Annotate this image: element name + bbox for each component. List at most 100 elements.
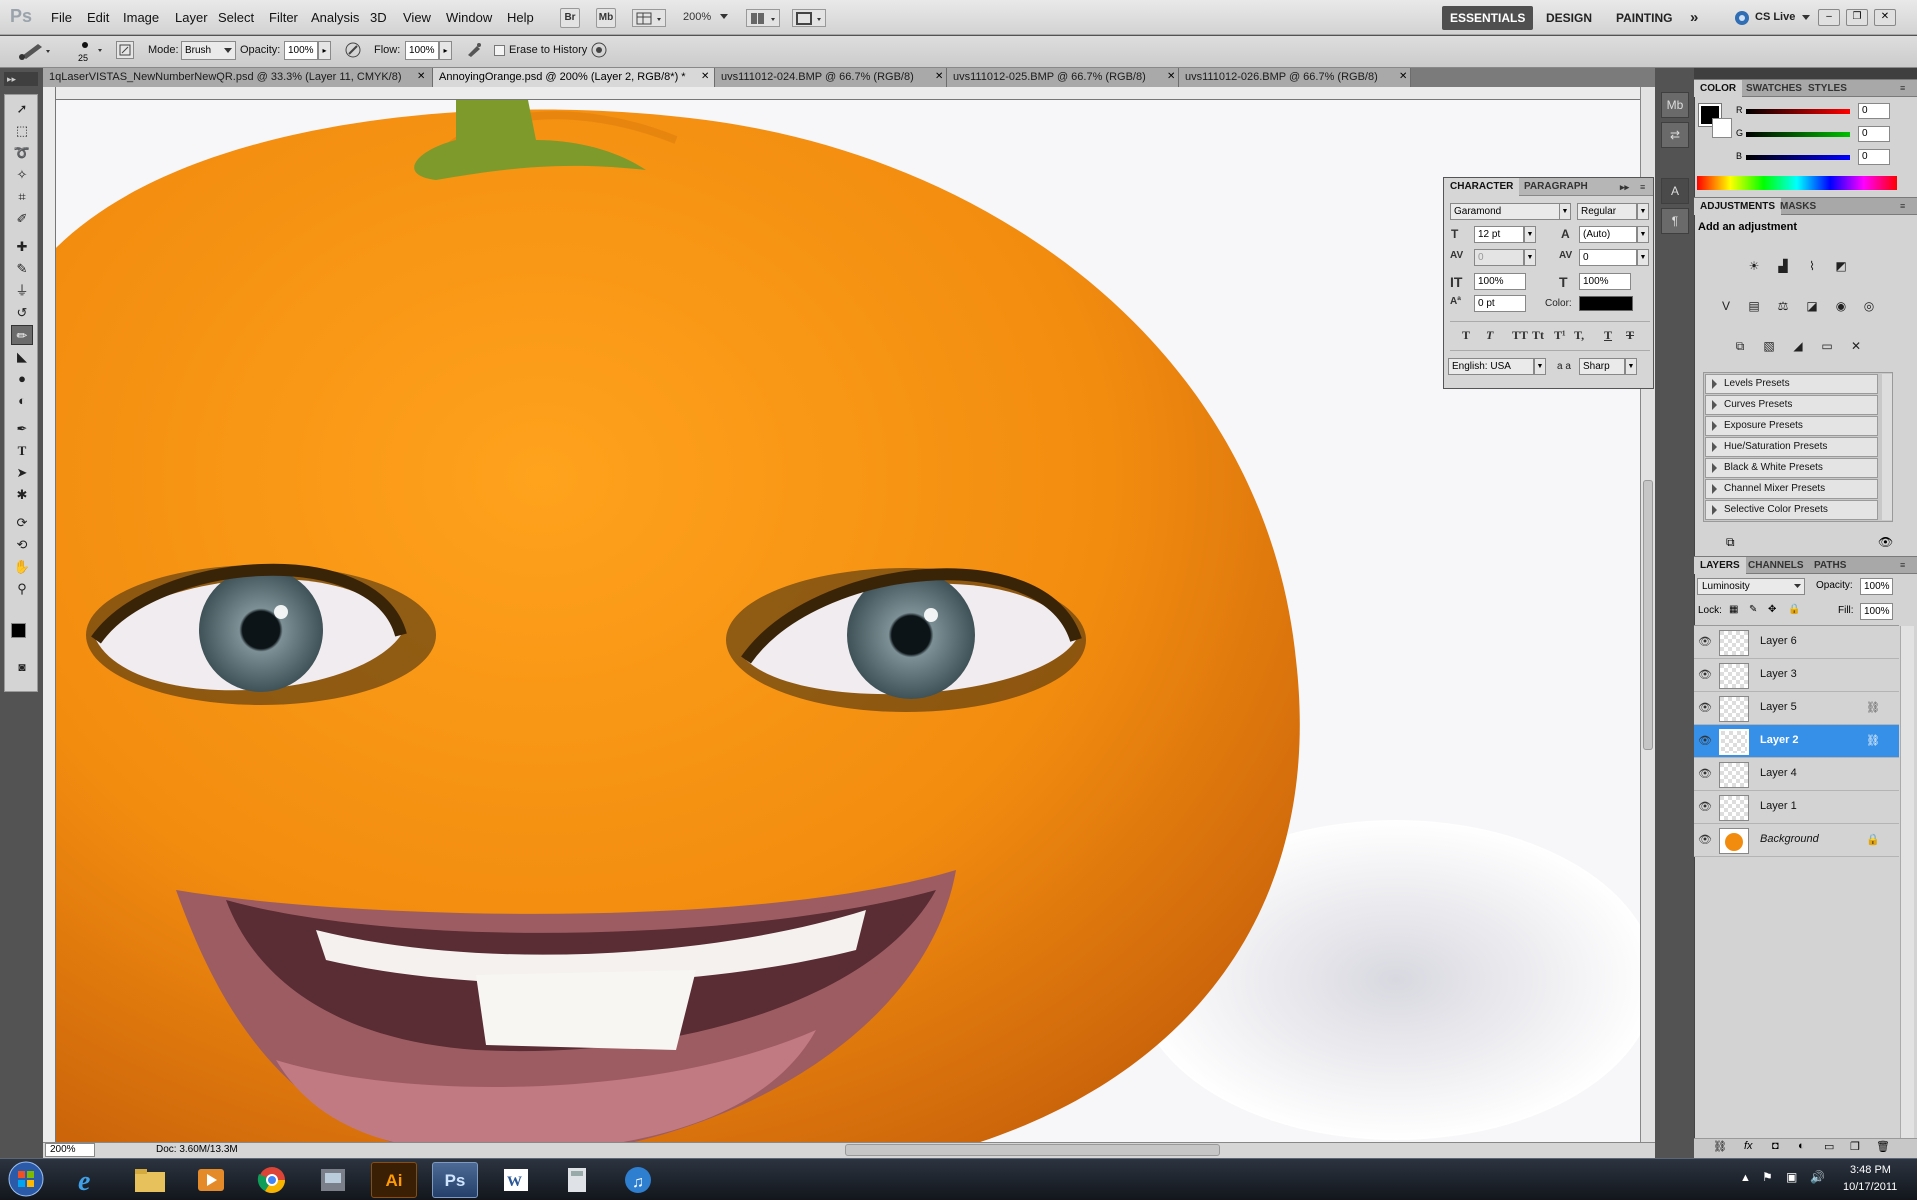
explorer-folder-icon[interactable] xyxy=(127,1162,173,1198)
shape-tool-icon[interactable]: ✱ xyxy=(11,485,33,505)
panel-menu-icon[interactable]: ≡ xyxy=(1894,80,1911,97)
preset-item[interactable]: Channel Mixer Presets xyxy=(1705,479,1878,499)
faux-italic-button[interactable]: T xyxy=(1486,328,1493,343)
layer-row[interactable]: 👁 Background 🔒 xyxy=(1694,824,1899,857)
internet-explorer-icon[interactable]: e xyxy=(66,1162,112,1198)
subscript-button[interactable]: T, xyxy=(1574,328,1584,343)
preset-item[interactable]: Black & White Presets xyxy=(1705,458,1878,478)
menu-3d[interactable]: 3D xyxy=(370,10,387,25)
chevron-down-icon[interactable]: ▼ xyxy=(1637,226,1649,243)
move-tool-icon[interactable]: ➚ xyxy=(11,99,33,119)
new-group-icon[interactable]: ▭ xyxy=(1824,1140,1834,1153)
tab-document-4[interactable]: uvs111012-025.BMP @ 66.7% (RGB/8) xyxy=(947,68,1179,87)
brightness-contrast-icon[interactable]: ☀ xyxy=(1743,254,1765,276)
vibrance-icon[interactable]: V xyxy=(1715,294,1737,316)
presets-scrollbar[interactable] xyxy=(1882,374,1892,520)
hue-saturation-icon[interactable]: ▤ xyxy=(1743,294,1765,316)
lock-position-icon[interactable]: ✥ xyxy=(1768,604,1776,615)
marquee-tool-icon[interactable]: ⬚ xyxy=(11,121,33,141)
quick-select-tool-icon[interactable]: ✧ xyxy=(11,165,33,185)
chevron-down-icon[interactable]: ▼ xyxy=(1534,358,1546,375)
paragraph-panel-icon[interactable]: ¶ xyxy=(1661,208,1689,234)
document-canvas[interactable] xyxy=(56,100,1640,1142)
media-player-icon[interactable] xyxy=(188,1162,234,1198)
delete-layer-icon[interactable]: 🗑 xyxy=(1876,1140,1890,1153)
chevron-down-icon[interactable]: ▼ xyxy=(1524,249,1536,266)
selective-color-icon[interactable]: ✕ xyxy=(1845,334,1867,356)
menu-image[interactable]: Image xyxy=(123,10,159,25)
tab-masks[interactable]: MASKS xyxy=(1774,198,1822,215)
3d-orbit-tool-icon[interactable]: ⟲ xyxy=(11,535,33,555)
close-tab-icon[interactable]: ✕ xyxy=(417,71,425,82)
layer-style-icon[interactable]: fx xyxy=(1744,1140,1753,1152)
panel-collapse-icon[interactable]: ▸▸ xyxy=(1614,178,1635,196)
tab-paragraph[interactable]: PARAGRAPH xyxy=(1518,178,1594,196)
tab-layers[interactable]: LAYERS xyxy=(1694,557,1746,574)
erase-history-checkbox[interactable] xyxy=(494,45,505,56)
path-select-tool-icon[interactable]: ➤ xyxy=(11,463,33,483)
tab-channels[interactable]: CHANNELS xyxy=(1742,557,1810,574)
chevron-down-icon[interactable]: ▼ xyxy=(1625,358,1637,375)
visibility-eye-icon[interactable]: 👁 xyxy=(1698,767,1712,781)
action-center-flag-icon[interactable]: ⚑ xyxy=(1762,1170,1773,1184)
clock-time[interactable]: 3:48 PM xyxy=(1850,1164,1891,1176)
brush-tool-alt-icon[interactable]: ✎ xyxy=(11,259,33,279)
fill-input[interactable]: 100% xyxy=(1860,603,1893,620)
flow-input[interactable]: 100% xyxy=(405,41,439,60)
tray-expand-icon[interactable]: ▲ xyxy=(1740,1172,1751,1184)
mini-bridge-button[interactable]: Mb xyxy=(596,8,616,28)
layer-row[interactable]: 👁 Layer 6 xyxy=(1694,626,1899,659)
strikethrough-button[interactable]: T xyxy=(1626,328,1634,343)
text-color-swatch[interactable] xyxy=(1579,296,1633,311)
tab-color[interactable]: COLOR xyxy=(1694,80,1743,97)
paint-bucket-tool-icon[interactable]: ◣ xyxy=(11,347,33,367)
layer-opacity-input[interactable]: 100% xyxy=(1860,578,1893,595)
itunes-icon[interactable]: ♫ xyxy=(615,1162,661,1198)
character-panel-icon[interactable]: A xyxy=(1661,178,1689,204)
background-color-swatch[interactable] xyxy=(1712,118,1732,138)
chrome-icon[interactable] xyxy=(249,1162,295,1198)
menu-analysis[interactable]: Analysis xyxy=(311,10,359,25)
photoshop-app[interactable]: Ps xyxy=(432,1162,478,1198)
gradient-map-icon[interactable]: ▭ xyxy=(1816,334,1838,356)
more-workspaces-button[interactable]: » xyxy=(1682,6,1706,30)
eyedropper-tool-icon[interactable]: ✐ xyxy=(11,209,33,229)
posterize-icon[interactable]: ▧ xyxy=(1758,334,1780,356)
visibility-eye-icon[interactable]: 👁 xyxy=(1698,668,1712,682)
blue-slider[interactable] xyxy=(1746,155,1850,160)
visibility-eye-icon[interactable]: 👁 xyxy=(1698,635,1712,649)
link-layers-icon[interactable]: ⛓ xyxy=(1713,1140,1727,1153)
vertical-scroll-thumb[interactable] xyxy=(1643,480,1653,750)
tab-document-active[interactable]: AnnoyingOrange.psd @ 200% (Layer 2, RGB/… xyxy=(433,68,715,87)
menu-help[interactable]: Help xyxy=(507,10,534,25)
history-brush-tool-icon[interactable]: ↺ xyxy=(11,303,33,323)
layer-row-selected[interactable]: 👁 Layer 2 ⛓ xyxy=(1694,725,1899,758)
toolbar-collapse[interactable]: ▸▸ xyxy=(4,72,38,86)
type-tool-icon[interactable]: T xyxy=(11,441,33,461)
workspace-essentials[interactable]: ESSENTIALS xyxy=(1442,6,1534,30)
new-layer-icon[interactable]: ❐ xyxy=(1850,1140,1860,1153)
workspace-design[interactable]: DESIGN xyxy=(1538,6,1600,30)
faux-bold-button[interactable]: T xyxy=(1462,328,1470,343)
tab-adjustments[interactable]: ADJUSTMENTS xyxy=(1694,198,1782,215)
utility-app-icon[interactable] xyxy=(310,1162,356,1198)
layer-row[interactable]: 👁 Layer 3 xyxy=(1694,659,1899,692)
preset-item[interactable]: Curves Presets xyxy=(1705,395,1878,415)
layer-row[interactable]: 👁 Layer 5 ⛓ xyxy=(1694,692,1899,725)
invert-icon[interactable]: ⧉ xyxy=(1729,334,1751,356)
start-button-icon[interactable] xyxy=(6,1160,46,1198)
superscript-button[interactable]: T¹ xyxy=(1554,328,1566,343)
healing-brush-tool-icon[interactable]: ✚ xyxy=(11,237,33,257)
color-spectrum-bar[interactable] xyxy=(1697,176,1897,190)
chevron-down-icon[interactable]: ▼ xyxy=(1559,203,1571,220)
view-extras-button[interactable] xyxy=(632,9,666,27)
blue-input[interactable]: 0 xyxy=(1858,149,1890,165)
panel-menu-icon[interactable]: ≡ xyxy=(1894,198,1911,215)
cs-live-button[interactable]: CS Live xyxy=(1755,11,1795,23)
tracking-input[interactable]: 0 xyxy=(1579,249,1637,266)
word-icon[interactable]: W xyxy=(493,1162,539,1198)
close-tab-icon[interactable]: ✕ xyxy=(935,71,943,82)
tab-paths[interactable]: PATHS xyxy=(1808,557,1852,574)
lock-transparency-icon[interactable]: ▦ xyxy=(1729,604,1738,615)
menu-file[interactable]: File xyxy=(51,10,72,25)
